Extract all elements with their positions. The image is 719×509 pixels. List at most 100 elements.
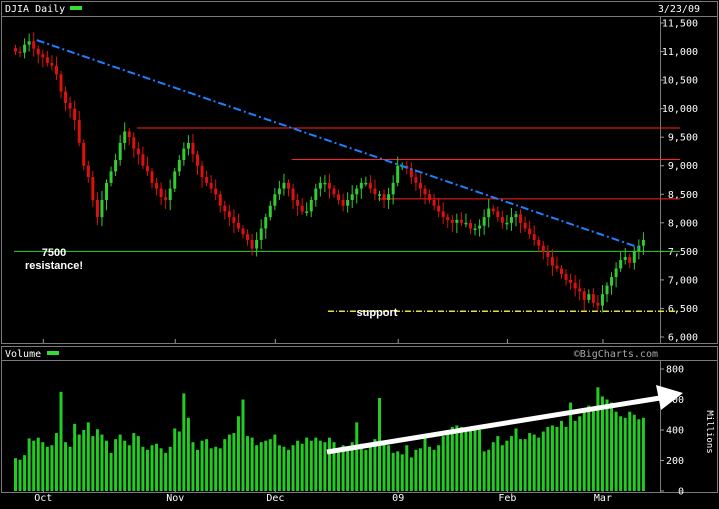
volume-bar (550, 425, 554, 491)
candle-up (100, 199, 104, 218)
volume-bar (164, 452, 168, 491)
volume-bar (186, 417, 190, 491)
candle-down (141, 154, 145, 166)
volume-bar (596, 387, 600, 491)
volume-bar (373, 439, 377, 491)
volume-bar (564, 426, 568, 491)
candle-down (205, 177, 209, 183)
candle-up (391, 182, 395, 195)
volume-bar (123, 440, 127, 491)
volume-bar (487, 449, 491, 491)
candle-down (191, 142, 195, 155)
volume-bar (519, 439, 523, 491)
volume-bar (637, 419, 641, 491)
volume-bar (560, 420, 563, 491)
volume-bar (95, 429, 99, 491)
volume-bar (241, 399, 245, 491)
candle-up (359, 182, 363, 189)
candle-down (596, 302, 600, 306)
candle-up (168, 188, 172, 200)
price-tick-label: 6,500 (668, 304, 698, 315)
candle-up (509, 217, 513, 223)
candle-up (605, 285, 609, 295)
volume-bar (418, 448, 422, 491)
candle-down (250, 239, 254, 249)
candle-down (145, 165, 149, 172)
candle-up (396, 165, 400, 183)
candle-down (423, 188, 427, 195)
volume-bar (45, 446, 49, 491)
candle-up (273, 194, 277, 206)
candle-down (132, 137, 136, 149)
volume-bar (591, 408, 595, 491)
candle-up (255, 239, 259, 249)
candle-down (496, 211, 500, 218)
volume-bar (309, 440, 313, 491)
candle-down (432, 199, 436, 206)
candle-down (341, 199, 345, 206)
volume-bar (250, 437, 254, 491)
candle-down (382, 194, 386, 200)
candle-down (150, 171, 154, 183)
volume-bar (155, 443, 159, 491)
volume-bar (32, 440, 36, 491)
candle-down (550, 257, 554, 266)
volume-bar (491, 442, 495, 491)
candle-down (64, 91, 68, 103)
candle-down (469, 222, 472, 229)
candle-up (309, 199, 313, 212)
price-tick-label: 10,500 (662, 76, 698, 87)
candle-up (587, 294, 591, 300)
candle-down (541, 245, 545, 252)
volume-bar (514, 428, 518, 491)
candle-down (14, 48, 17, 52)
watermark: ©BigCharts.com (574, 349, 658, 360)
candle-up (455, 219, 459, 223)
candle-up (350, 194, 354, 200)
volume-bar (614, 411, 618, 491)
x-tick-label: Feb (498, 493, 516, 504)
candle-down (164, 197, 168, 200)
volume-bar (582, 410, 586, 491)
candle-down (50, 62, 54, 66)
candle-down (241, 228, 245, 235)
volume-bar (546, 426, 550, 491)
price-tick-label: 7,000 (668, 275, 698, 286)
volume-bar (532, 434, 536, 491)
candle-up (114, 160, 118, 172)
candle-down (18, 51, 22, 54)
volume-bar (364, 449, 368, 491)
volume-bar (469, 430, 472, 491)
candle-down (528, 228, 532, 235)
candle-down (560, 268, 563, 275)
candle-down (441, 211, 445, 218)
volume-tick-label: 400 (666, 426, 684, 437)
volume-bar (632, 414, 636, 491)
volume-bar (68, 446, 72, 491)
volume-bar (127, 445, 131, 491)
candle-up (123, 131, 127, 143)
volume-bar (214, 446, 218, 491)
volume-bar (478, 430, 482, 491)
x-tick-label: Oct (34, 493, 52, 504)
volume-bar (14, 458, 17, 491)
volume-bar (50, 445, 54, 491)
volume-bar (196, 449, 199, 491)
volume-unit-label: Millions (704, 410, 714, 453)
candle-down (155, 182, 159, 189)
candle-down (519, 214, 523, 223)
volume-bar (300, 443, 304, 491)
candle-down (578, 288, 582, 292)
volume-bar (464, 428, 468, 491)
candle-down (73, 108, 77, 121)
candle-down (300, 205, 304, 212)
candle-down (537, 239, 541, 246)
candle-down (337, 194, 341, 200)
volume-bar (619, 416, 623, 491)
volume-bar (255, 445, 259, 491)
candle-down (591, 294, 595, 303)
volume-bar (400, 454, 404, 491)
x-tick-label: 09 (392, 493, 404, 504)
candle-down (332, 188, 336, 195)
volume-bar (282, 446, 286, 491)
